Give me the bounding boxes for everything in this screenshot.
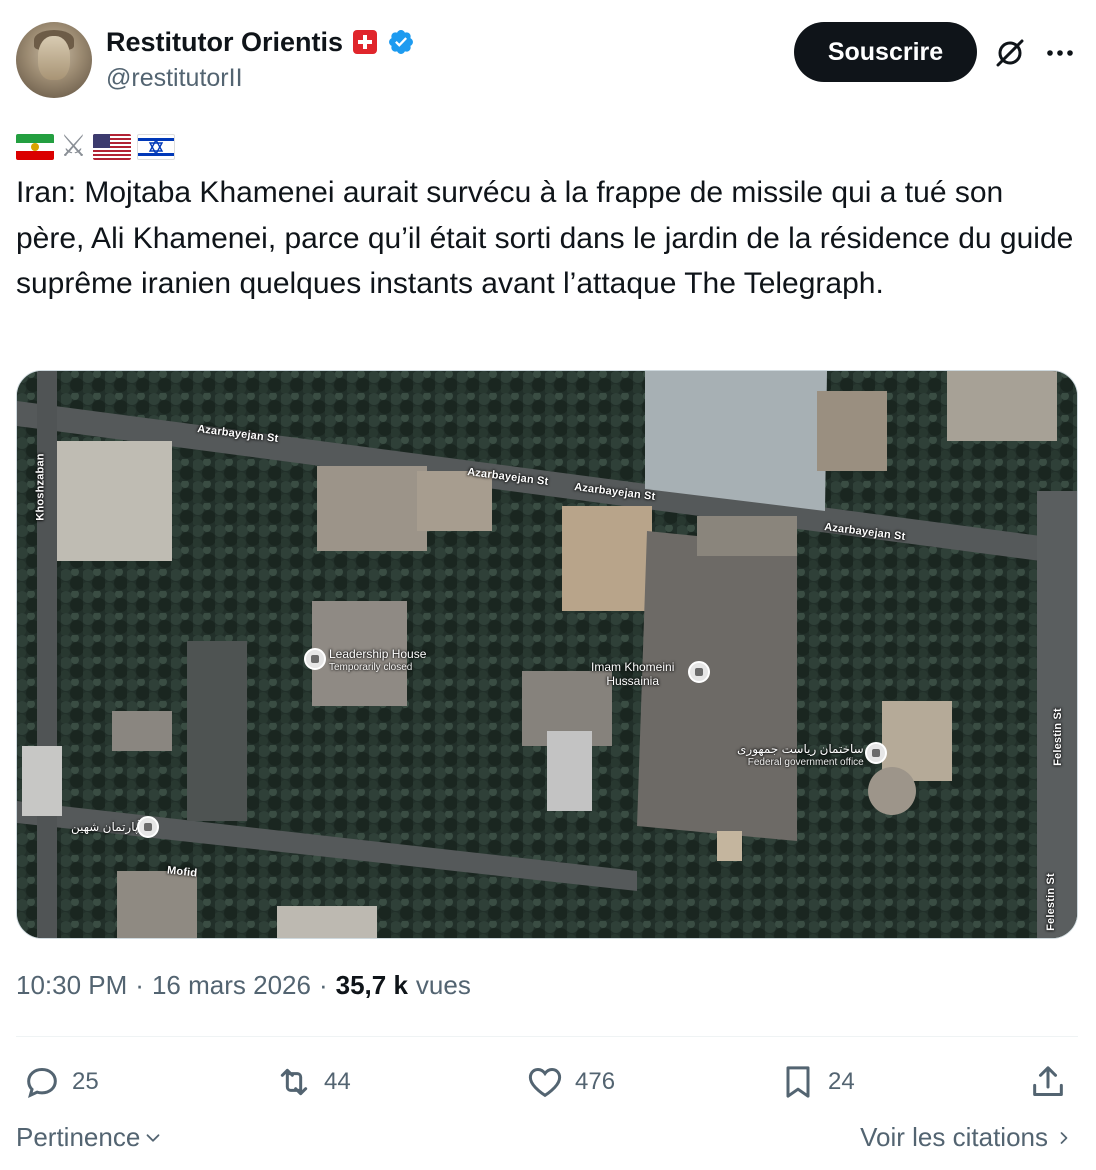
landmark-pin-icon[interactable] — [304, 648, 326, 670]
federal-office-label: ساختمان ریاست جمهوری Federal government … — [737, 742, 864, 768]
crossed-swords-icon: ⚔ — [60, 130, 87, 163]
author-handle[interactable]: @restitutorII — [106, 64, 243, 93]
divider — [16, 1036, 1078, 1037]
author-display-name[interactable]: Restitutor Orientis — [106, 27, 343, 58]
street-label: Felestin St — [1051, 708, 1064, 766]
tweet-meta: 10:30 PM · 16 mars 2026 · 35,7 k vues — [16, 970, 471, 1001]
satellite-map-drawing — [17, 371, 1077, 938]
sort-dropdown[interactable]: Pertinence — [16, 1122, 164, 1153]
government-pin-icon[interactable] — [865, 742, 887, 764]
tweet-text: Iran: Mojtaba Khamenei aurait survécu à … — [16, 176, 1074, 300]
views-count: 35,7 k — [335, 970, 408, 1000]
chevron-right-icon — [1060, 1131, 1068, 1144]
repost-count: 44 — [324, 1068, 351, 1095]
apartment-label: آپارتمان شهین — [71, 820, 142, 834]
grok-icon[interactable] — [990, 33, 1030, 73]
hussainia-label: Imam Khomeini Hussainia — [591, 660, 675, 688]
place-pin-icon[interactable] — [137, 816, 159, 838]
heart-icon — [528, 1067, 562, 1098]
like-count: 476 — [575, 1068, 616, 1095]
avatar-face — [38, 36, 70, 80]
mosque-pin-icon[interactable] — [688, 661, 710, 683]
view-quotes-label: Voir les citations — [860, 1122, 1048, 1152]
meta-separator: · — [318, 970, 328, 1000]
bookmark-icon — [786, 1066, 810, 1098]
bookmark-count: 24 — [828, 1068, 855, 1095]
street-label: Felestin St — [1044, 873, 1057, 931]
repost-button[interactable]: 44 — [274, 1060, 351, 1104]
emoji-row: ⚔ — [16, 130, 175, 164]
reply-button[interactable]: 25 — [22, 1060, 99, 1104]
avatar[interactable] — [16, 22, 92, 98]
israel-flag-icon — [136, 134, 175, 160]
more-options-icon[interactable] — [1040, 33, 1080, 73]
tweet-time[interactable]: 10:30 PM — [16, 970, 127, 1001]
sort-label: Pertinence — [16, 1122, 141, 1152]
reply-count: 25 — [72, 1068, 99, 1095]
chevron-down-icon — [146, 1133, 160, 1142]
iran-flag-icon — [16, 134, 54, 160]
subscribe-button[interactable]: Souscrire — [794, 22, 977, 82]
meta-separator: · — [135, 970, 144, 1000]
views-label: vues — [415, 970, 471, 1000]
bookmark-button[interactable]: 24 — [778, 1060, 855, 1104]
share-button[interactable] — [1028, 1060, 1068, 1104]
leadership-house-label: Leadership House Temporarily closed — [329, 647, 427, 673]
usa-flag-icon — [92, 134, 131, 160]
street-label: Khoshzaban — [34, 453, 47, 521]
satellite-map-image[interactable]: Azarbayejan St Azarbayejan St Azarbayeja… — [16, 370, 1078, 939]
like-button[interactable]: 476 — [525, 1060, 615, 1104]
repost-icon — [280, 1068, 308, 1096]
author-name-row: Restitutor Orientis — [106, 26, 415, 58]
share-icon — [1033, 1066, 1063, 1096]
tweet-date[interactable]: 16 mars 2026 — [152, 970, 311, 1001]
reply-icon — [27, 1067, 57, 1099]
swiss-flag-icon — [353, 30, 378, 54]
verified-badge-icon[interactable] — [387, 28, 415, 56]
view-quotes-link[interactable]: Voir les citations — [860, 1122, 1074, 1153]
